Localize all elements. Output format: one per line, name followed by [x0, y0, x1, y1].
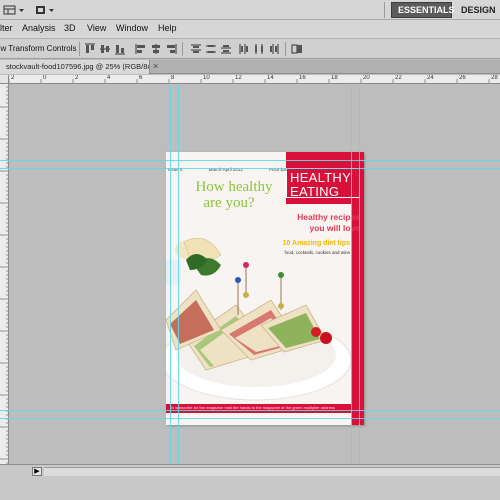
ruler-origin[interactable] [0, 75, 9, 84]
horizontal-scrollbar[interactable] [44, 467, 500, 476]
options-bar: ow Transform Controls [0, 39, 500, 59]
guide-vertical[interactable] [170, 85, 171, 464]
align-left-icon[interactable] [135, 43, 147, 55]
vertical-ruler[interactable] [0, 75, 9, 465]
align-bottom-icon[interactable] [114, 43, 126, 55]
guide-vertical[interactable] [178, 85, 179, 464]
screen-mode-icon [36, 6, 54, 14]
side-stripe [351, 204, 364, 425]
separator [182, 42, 183, 56]
ruler-tick-label: 2 [11, 75, 15, 81]
subheadline-line1: Healthy recipes [297, 212, 360, 222]
subheadline-line2: you will love [309, 223, 360, 233]
layout-icon [3, 5, 24, 15]
separator [285, 42, 286, 56]
align-vcenter-icon[interactable] [99, 43, 111, 55]
ruler-tick-label: 20 [363, 75, 370, 81]
menu-filter[interactable]: lter [0, 23, 13, 33]
ruler-tick-label: 16 [299, 75, 306, 81]
ruler-tick-label: 26 [459, 75, 466, 81]
separator [79, 42, 80, 56]
distribute-bottom-icon[interactable] [220, 43, 232, 55]
ruler-tick-label: 14 [267, 75, 274, 81]
ruler-ticks [0, 75, 8, 464]
distribute-top-icon[interactable] [190, 43, 202, 55]
horizontal-ruler[interactable]: 2 0 2 4 6 8 10 12 14 16 18 20 22 24 26 28 [9, 75, 500, 84]
headline-line2: are you? [203, 195, 255, 211]
close-icon[interactable]: × [153, 61, 158, 71]
ruler-tick-label: 28 [491, 75, 498, 81]
ruler-tick-label: 18 [331, 75, 338, 81]
document-tab[interactable]: stockvault-food107596.jpg @ 25% (RGB/8#) [0, 60, 150, 74]
ruler-tick-label: 6 [139, 75, 143, 81]
headline-line1: How healthy [195, 179, 273, 195]
show-transform-controls-label[interactable]: ow Transform Controls [0, 44, 76, 53]
workspace-design-button[interactable]: DESIGN [455, 2, 500, 18]
distribute-vcenter-icon[interactable] [205, 43, 217, 55]
tips-title: 10 Amazing diet tips [282, 240, 350, 247]
ruler-tick-label: 24 [427, 75, 434, 81]
sandwich-photo [166, 237, 351, 401]
ruler-tick-label: 4 [107, 75, 111, 81]
menu-help[interactable]: Help [158, 23, 177, 33]
ruler-tick-label: 12 [235, 75, 242, 81]
guide-horizontal[interactable] [0, 418, 500, 419]
status-bar: ▶ [0, 464, 500, 500]
screen-mode-button[interactable] [34, 3, 56, 17]
guide-vertical[interactable] [351, 85, 352, 464]
distribute-right-icon[interactable] [268, 43, 280, 55]
application-bar: ESSENTIALS DESIGN [0, 0, 500, 20]
auto-align-icon[interactable] [291, 43, 303, 55]
distribute-hcenter-icon[interactable] [253, 43, 265, 55]
menu-view[interactable]: View [87, 23, 106, 33]
ruler-tick-label: 2 [75, 75, 79, 81]
guide-vertical[interactable] [359, 85, 360, 464]
document-tab-bar: stockvault-food107596.jpg @ 25% (RGB/8#)… [0, 60, 500, 74]
magazine-cover[interactable]: HEALTHY EATING Issue 4 March-April 2012 … [166, 152, 364, 425]
photoshop-window: ESSENTIALS DESIGN lter Analysis 3D View … [0, 0, 500, 500]
tips-subtitle: food, cocktails, cookies and wine [284, 250, 350, 255]
layout-button[interactable] [3, 3, 25, 17]
distribute-left-icon[interactable] [238, 43, 250, 55]
masthead-title-line1: HEALTHY [290, 170, 352, 185]
status-menu-arrow[interactable]: ▶ [32, 467, 42, 476]
separator [384, 2, 385, 18]
ruler-tick-label: 22 [395, 75, 402, 81]
guide-horizontal[interactable] [0, 160, 500, 161]
menu-bar: lter Analysis 3D View Window Help [0, 20, 500, 39]
align-top-icon[interactable] [84, 43, 96, 55]
ruler-tick-label: 0 [43, 75, 47, 81]
guide-horizontal[interactable] [0, 168, 500, 169]
menu-analysis[interactable]: Analysis [22, 23, 56, 33]
menu-window[interactable]: Window [116, 23, 148, 33]
align-right-icon[interactable] [165, 43, 177, 55]
menu-3d[interactable]: 3D [64, 23, 76, 33]
ruler-tick-label: 10 [203, 75, 210, 81]
workspace-essentials-button[interactable]: ESSENTIALS [391, 2, 455, 18]
ruler-tick-label: 8 [171, 75, 175, 81]
align-hcenter-icon[interactable] [150, 43, 162, 55]
masthead-title-line2: EATING [290, 184, 340, 199]
guide-horizontal[interactable] [0, 410, 500, 411]
